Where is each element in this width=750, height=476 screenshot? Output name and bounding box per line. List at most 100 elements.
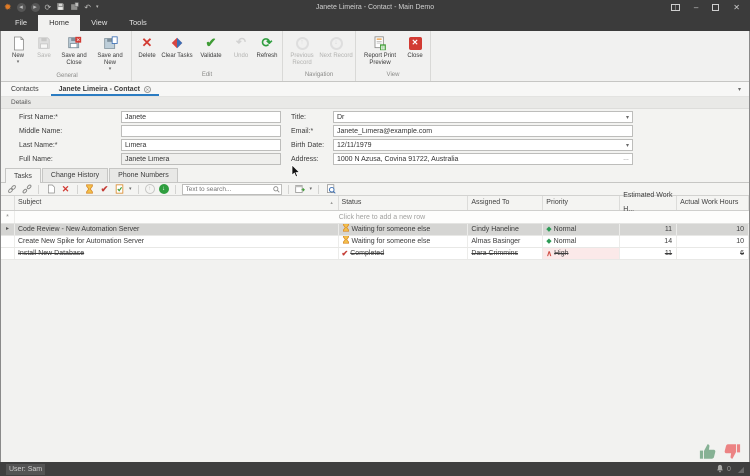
task-row-2[interactable]: Create New Spike for Automation Server W… [1, 236, 749, 248]
tab-phone-numbers[interactable]: Phone Numbers [109, 168, 178, 182]
full-name-field [121, 153, 281, 165]
move-up-icon[interactable]: ↑ [145, 184, 155, 194]
quick-access-toolbar: ✹ ◂ ▸ ⟳ ↶ ▾ [0, 2, 98, 13]
first-name-field[interactable] [121, 111, 281, 123]
contact-form: First Name:* Middle Name: Last Name:* Fu… [1, 109, 749, 168]
tab-list-dropdown-icon[interactable]: ▾ [738, 82, 749, 96]
ribbon-display-options-icon[interactable]: | [671, 4, 680, 11]
tab-tasks[interactable]: Tasks [5, 168, 41, 183]
delete-button[interactable]: ✕ Delete [134, 33, 160, 70]
mark-completed-icon[interactable]: ✔ [99, 184, 110, 195]
next-record-button[interactable]: ↓ Next Record [319, 33, 353, 70]
full-name-label: Full Name: [19, 156, 53, 163]
grid-header-actual[interactable]: Actual Work Hours [677, 196, 749, 210]
validate-button[interactable]: ✔ Validate [194, 33, 228, 70]
tasks-grid: Subject ▲ Status Assigned To Priority Es… [1, 196, 749, 260]
clear-tasks-button[interactable]: Clear Tasks [160, 33, 194, 70]
ribbon-tab-file[interactable]: File [4, 15, 38, 31]
new-task-icon[interactable] [45, 184, 56, 195]
refresh-icon[interactable]: ⟳ [45, 4, 52, 12]
undo-icon[interactable]: ↶ [84, 4, 91, 12]
email-label: Email:* [291, 128, 313, 135]
search-input[interactable] [182, 184, 282, 195]
titlebar: ✹ ◂ ▸ ⟳ ↶ ▾ Janete Limeira - Contact - M… [0, 0, 750, 15]
doc-tab-contacts[interactable]: Contacts [1, 82, 49, 96]
qat-customize-icon[interactable]: ▾ [96, 5, 99, 10]
middle-name-field[interactable] [121, 125, 281, 137]
grid-header-subject[interactable]: Subject ▲ [15, 196, 339, 210]
birth-date-picker[interactable]: 12/11/1979 ▾ [333, 139, 633, 151]
window-title: Janete Limeira - Contact - Main Demo [0, 4, 750, 11]
toolbar-separator [288, 185, 289, 194]
address-field[interactable]: 1000 N Azusa, Covina 91722, Australia … [333, 153, 633, 165]
search-box [182, 184, 282, 195]
report-print-preview-button[interactable]: ▦ Report Print Preview [358, 33, 402, 70]
title-label: Title: [291, 114, 306, 121]
grid-header-estimated[interactable]: Estimated Work H... [620, 196, 677, 210]
postpone-hourglass-icon[interactable] [84, 184, 95, 195]
forward-icon[interactable]: ▸ [31, 3, 40, 12]
refresh-icon: ⟳ [262, 34, 273, 52]
birth-date-label: Birth Date: [291, 142, 324, 149]
application-window: ✹ ◂ ▸ ⟳ ↶ ▾ Janete Limeira - Contact - M… [0, 0, 750, 476]
save-new-icon [103, 34, 118, 52]
close-view-button[interactable]: ✕ Close [402, 33, 428, 70]
ribbon-tab-view[interactable]: View [80, 15, 118, 31]
task-row-3[interactable]: Install New Database ✔ Completed Dara Cr… [1, 248, 749, 260]
last-name-field[interactable] [121, 139, 281, 151]
delete-task-icon[interactable]: ✕ [60, 184, 71, 195]
priority-normal-icon: ◆ [546, 236, 551, 247]
print-preview-icon[interactable] [325, 184, 336, 195]
save-icon[interactable] [56, 2, 65, 13]
tab-change-history[interactable]: Change History [42, 168, 108, 182]
undo-icon: ↶ [236, 34, 246, 52]
restore-icon[interactable] [712, 4, 719, 11]
group-label-navigation: Navigation [285, 70, 353, 81]
save-and-close-button[interactable]: ✕ Save and Close [57, 33, 91, 71]
grid-new-row[interactable]: * Click here to add a new row [1, 211, 749, 224]
close-window-icon[interactable]: ✕ [733, 3, 740, 12]
refresh-button[interactable]: ⟳ Refresh [254, 33, 280, 70]
export-icon[interactable] [295, 184, 306, 195]
bell-icon[interactable] [716, 464, 724, 475]
grid-header-row: Subject ▲ Status Assigned To Priority Es… [1, 196, 749, 211]
back-icon[interactable]: ◂ [17, 3, 26, 12]
close-tab-icon[interactable]: ✕ [144, 86, 151, 93]
chevron-down-icon[interactable]: ▾ [310, 186, 313, 192]
next-record-icon: ↓ [330, 34, 343, 52]
doc-tab-contact-detail[interactable]: Janete Limeira - Contact ✕ [49, 82, 161, 96]
task-row-1[interactable]: ▸ Code Review - New Automation Server Wa… [1, 224, 749, 236]
undo-button[interactable]: ↶ Undo [228, 33, 254, 70]
ribbon-tab-tools[interactable]: Tools [118, 15, 158, 31]
last-name-label: Last Name:* [19, 142, 58, 149]
new-button[interactable]: New ▾ [5, 33, 31, 71]
ribbon-tab-home[interactable]: Home [38, 15, 80, 31]
save-and-new-icon[interactable] [70, 2, 79, 13]
report-print-preview-icon: ▦ [373, 34, 387, 52]
save-button[interactable]: Save [31, 33, 57, 71]
previous-record-button[interactable]: ↑ Previous Record [285, 33, 319, 70]
minimize-icon[interactable]: – [694, 3, 698, 12]
hourglass-status-icon [342, 224, 350, 235]
task-status-icon[interactable] [114, 184, 125, 195]
address-label: Address: [291, 156, 319, 163]
email-field[interactable] [333, 125, 633, 137]
resize-grip-icon[interactable]: ◢ [738, 465, 744, 474]
toolbar-separator [138, 185, 139, 194]
link-icon[interactable] [6, 184, 17, 195]
grid-header-priority[interactable]: Priority [543, 196, 620, 210]
ribbon-group-view: ▦ Report Print Preview ✕ Close View [356, 31, 431, 81]
chevron-down-icon: ▾ [626, 142, 629, 149]
grid-header-assigned-to[interactable]: Assigned To [468, 196, 543, 210]
move-down-icon[interactable]: ↓ [159, 184, 169, 194]
save-and-new-button[interactable]: Save and New ▾ [91, 33, 129, 71]
delete-icon: ✕ [142, 34, 153, 52]
title-dropdown[interactable]: Dr ▾ [333, 111, 633, 123]
unlink-icon[interactable] [21, 184, 32, 195]
ellipsis-button[interactable]: … [623, 156, 629, 162]
app-logo-icon: ✹ [4, 3, 12, 12]
chevron-down-icon[interactable]: ▾ [129, 186, 132, 192]
save-close-icon: ✕ [67, 34, 82, 52]
sort-ascending-icon: ▲ [330, 196, 334, 210]
grid-header-status[interactable]: Status [339, 196, 469, 210]
